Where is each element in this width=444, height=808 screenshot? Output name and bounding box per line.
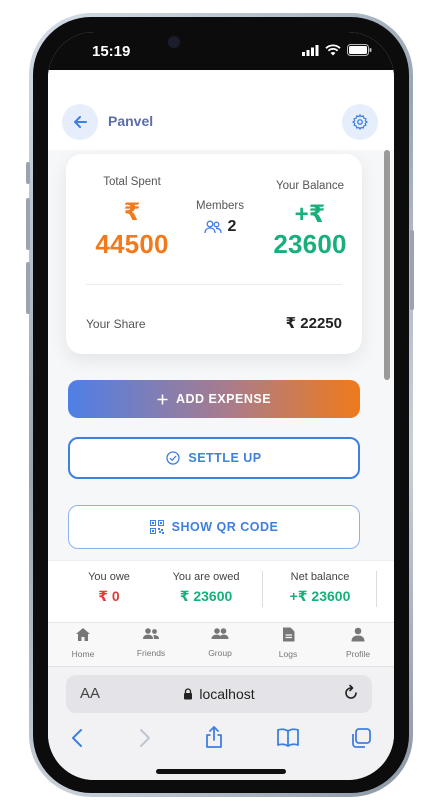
your-balance-currency: +₹ [294,201,326,228]
browser-back-icon[interactable] [70,727,84,749]
browser-toolbar [48,725,394,757]
show-qr-button[interactable]: SHOW QR CODE [68,505,360,549]
net-balance-value: +₹ 23600 [289,588,351,604]
wifi-icon [325,44,341,56]
total-spent-block: Total Spent ₹ 44500 [72,176,192,260]
show-qr-label: SHOW QR CODE [171,520,279,534]
tab-logs[interactable]: Logs [258,627,318,659]
your-balance-value: 23600 [273,229,347,259]
your-balance-block: Your Balance +₹ 23600 [250,180,370,260]
plus-icon [157,394,168,404]
status-time: 15:19 [92,43,131,60]
tab-friends-label: Friends [136,648,166,658]
friends-icon [143,628,159,639]
signal-icon [302,44,319,56]
you-owe-label: You owe [88,571,130,583]
status-icons [302,44,372,56]
home-icon [76,628,90,641]
you-are-owed-block: You are owed ₹ 23600 [160,571,252,605]
reload-icon[interactable] [342,684,360,702]
share-icon[interactable] [204,725,224,749]
arrow-left-icon [74,116,87,128]
settle-up-label: SETTLE UP [188,451,262,465]
members-count: 2 [227,218,237,235]
bookmarks-icon[interactable] [276,727,300,747]
main-content[interactable]: Total Spent ₹ 44500 Members 2 Your Balan… [48,150,394,560]
tab-logs-label: Logs [278,649,298,659]
battery-icon [347,44,372,56]
you-owe-value: ₹ 0 [98,588,120,604]
settings-button[interactable] [342,104,378,140]
side-button-volume-down [26,262,30,314]
group-icon [211,628,229,639]
add-expense-label: ADD EXPENSE [175,392,272,406]
you-owe-block: You owe ₹ 0 [74,571,144,605]
check-circle-icon [166,451,181,465]
summary-card: Total Spent ₹ 44500 Members 2 Your Balan… [66,154,362,354]
qr-code-icon [149,520,164,534]
browser-chrome: AA localhost [48,666,394,780]
you-are-owed-value: ₹ 23600 [179,588,233,604]
group-title: Panvel [108,113,154,129]
browser-forward-icon[interactable] [138,727,152,749]
front-camera [168,36,180,48]
your-share-label: Your Share [86,317,146,331]
app-header: Panvel [48,70,394,150]
members-icon [203,220,222,234]
side-button-power [410,230,414,310]
side-button-volume-up [26,198,30,250]
tabs-icon[interactable] [350,727,372,749]
your-share-value: ₹ 22250 [285,315,342,332]
card-divider [86,284,342,285]
tab-group[interactable]: Group [190,627,250,658]
settle-up-button[interactable]: SETTLE UP [68,437,360,479]
home-indicator[interactable] [156,769,286,774]
profile-icon [351,627,365,642]
your-balance-label: Your Balance [276,180,344,192]
lock-icon [184,688,193,700]
tab-profile-label: Profile [345,649,371,659]
net-balance-label: Net balance [290,571,350,583]
total-spent-label: Total Spent [103,176,161,188]
you-are-owed-label: You are owed [172,571,240,583]
gear-icon [352,114,368,130]
address-bar[interactable]: AA localhost [66,675,372,713]
url-text: localhost [199,686,255,702]
members-label: Members [196,200,244,212]
tab-group-label: Group [208,648,232,658]
screen: 15:19 Panvel Total Spent ₹ 44500 Members… [48,32,394,780]
tab-home-label: Home [71,649,95,659]
add-expense-button[interactable]: ADD EXPENSE [68,380,360,418]
net-balance-block: Net balance +₹ 23600 [272,571,368,605]
balances-divider [262,571,263,607]
balances-strip: You owe ₹ 0 You are owed ₹ 23600 Net bal… [48,560,394,622]
total-spent-value: 44500 [95,229,169,259]
tab-friends[interactable]: Friends [121,627,181,658]
members-block: Members 2 [184,200,256,236]
tab-home[interactable]: Home [53,627,113,659]
tab-profile[interactable]: Profile [328,627,388,659]
balances-divider-right [376,571,377,607]
side-button-mute [26,162,30,184]
status-bar: 15:19 [48,32,394,70]
logs-icon [282,627,294,642]
total-spent-currency: ₹ [123,199,141,226]
back-button[interactable] [62,104,98,140]
bottom-tab-bar: Home Friends Group Logs Profile [48,622,394,666]
scrollbar[interactable] [384,150,390,380]
